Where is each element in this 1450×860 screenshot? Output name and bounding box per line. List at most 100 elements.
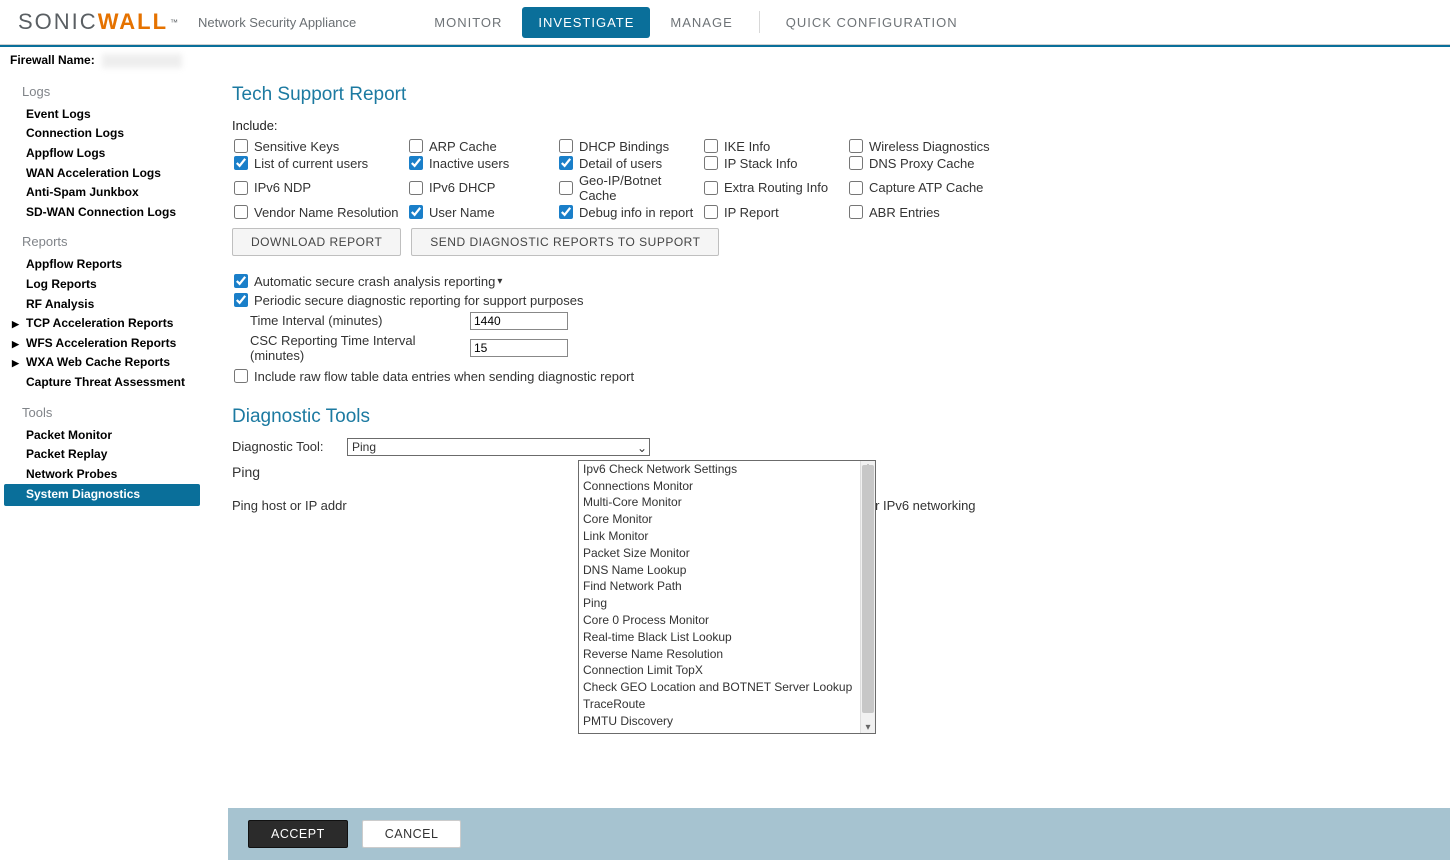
tab-monitor[interactable]: MONITOR: [418, 7, 518, 38]
chk-ipv6-dhcp[interactable]: [409, 181, 423, 195]
chk-debug-info[interactable]: [559, 205, 573, 219]
top-bar: SONICWALL™ Network Security Appliance MO…: [0, 0, 1450, 45]
tech-support-report-heading: Tech Support Report: [232, 84, 1430, 106]
dropdown-option[interactable]: Ping: [579, 595, 875, 612]
sidebar-item[interactable]: Anti-Spam Junkbox: [4, 183, 204, 203]
sidebar-item[interactable]: Packet Replay: [4, 445, 204, 465]
sidebar-group-reports: Reports: [4, 228, 204, 255]
dropdown-option[interactable]: Connections Monitor: [579, 478, 875, 495]
chk-ipv6-ndp[interactable]: [234, 181, 248, 195]
chk-detail-users[interactable]: [559, 156, 573, 170]
ping-host-label: Ping host or IP addr: [232, 498, 347, 513]
tab-separator: [759, 11, 760, 33]
expand-icon: ▶: [12, 358, 19, 370]
dropdown-option[interactable]: Check GEO Location and BOTNET Server Loo…: [579, 679, 875, 696]
dropdown-option[interactable]: Connection Limit TopX: [579, 662, 875, 679]
download-report-button[interactable]: DOWNLOAD REPORT: [232, 228, 401, 256]
dropdown-option[interactable]: Packet Size Monitor: [579, 545, 875, 562]
sidebar-item[interactable]: Appflow Logs: [4, 144, 204, 164]
chk-arp-cache[interactable]: [409, 139, 423, 153]
scroll-down-icon: ▾: [863, 722, 873, 733]
cancel-button[interactable]: CANCEL: [362, 820, 462, 848]
chk-dns-proxy-cache[interactable]: [849, 156, 863, 170]
chk-extra-routing[interactable]: [704, 181, 718, 195]
dropdown-option[interactable]: Link Monitor: [579, 528, 875, 545]
chk-geoip-botnet[interactable]: [559, 181, 573, 195]
csc-interval-label: CSC Reporting Time Interval (minutes): [250, 333, 470, 363]
chk-ike-info[interactable]: [704, 139, 718, 153]
dropdown-option[interactable]: DNS Name Lookup: [579, 562, 875, 579]
sidebar-item[interactable]: SD-WAN Connection Logs: [4, 203, 204, 223]
dropdown-option[interactable]: Reverse Name Resolution: [579, 646, 875, 663]
dropdown-option[interactable]: Multi-Core Monitor: [579, 494, 875, 511]
expand-icon: ▶: [12, 339, 19, 351]
diagnostic-tools-heading: Diagnostic Tools: [232, 406, 1430, 428]
footer-bar: ACCEPT CANCEL: [228, 808, 1450, 860]
sidebar-group-tools: Tools: [4, 399, 204, 426]
sidebar-item[interactable]: Event Logs: [4, 105, 204, 125]
logo-right: WALL: [98, 9, 168, 35]
tab-quick-configuration[interactable]: QUICK CONFIGURATION: [770, 7, 974, 38]
chk-periodic[interactable]: [234, 293, 248, 307]
top-tabs: MONITOR INVESTIGATE MANAGE QUICK CONFIGU…: [416, 7, 975, 38]
diagnostic-tool-select[interactable]: Ping ⌄: [347, 438, 650, 456]
include-label: Include:: [232, 118, 1430, 133]
chk-capture-atp[interactable]: [849, 181, 863, 195]
dropdown-option[interactable]: Web Server Monitor: [579, 730, 875, 734]
chevron-down-icon: ⌄: [637, 441, 647, 455]
chk-user-name[interactable]: [409, 205, 423, 219]
sidebar-item[interactable]: Log Reports: [4, 275, 204, 295]
chk-current-users[interactable]: [234, 156, 248, 170]
chk-vendor-name[interactable]: [234, 205, 248, 219]
dropdown-option[interactable]: TraceRoute: [579, 696, 875, 713]
firewall-name-row: Firewall Name:: [0, 47, 1450, 78]
dropdown-option[interactable]: Find Network Path: [579, 578, 875, 595]
logo-left: SONIC: [18, 9, 98, 35]
dropdown-option[interactable]: Core 0 Process Monitor: [579, 612, 875, 629]
sidebar-item[interactable]: ▶WXA Web Cache Reports: [4, 353, 204, 373]
sidebar-item[interactable]: ▶WFS Acceleration Reports: [4, 334, 204, 354]
csc-interval-input[interactable]: [470, 339, 568, 357]
chk-sensitive-keys[interactable]: [234, 139, 248, 153]
sidebar: Logs Event Logs Connection Logs Appflow …: [0, 78, 204, 512]
chk-inactive-users[interactable]: [409, 156, 423, 170]
sidebar-item[interactable]: Network Probes: [4, 465, 204, 485]
diagnostic-tool-label: Diagnostic Tool:: [232, 439, 347, 454]
chk-ip-report[interactable]: [704, 205, 718, 219]
firewall-name-value: [102, 54, 182, 68]
expand-icon: ▶: [12, 319, 19, 331]
dropdown-scrollbar[interactable]: ▴ ▾: [860, 461, 875, 733]
dropdown-option[interactable]: PMTU Discovery: [579, 713, 875, 730]
chk-ip-stack[interactable]: [704, 156, 718, 170]
scroll-thumb[interactable]: [862, 465, 874, 713]
sidebar-item-system-diagnostics[interactable]: System Diagnostics: [4, 484, 200, 506]
diagnostic-tool-dropdown[interactable]: ▴ ▾ Ipv6 Check Network SettingsConnectio…: [578, 460, 876, 734]
firewall-name-label: Firewall Name:: [10, 53, 95, 67]
chk-wireless-diagnostics[interactable]: [849, 139, 863, 153]
logo: SONICWALL™: [18, 9, 178, 35]
sidebar-group-logs: Logs: [4, 78, 204, 105]
dropdown-option[interactable]: Core Monitor: [579, 511, 875, 528]
sidebar-item[interactable]: Packet Monitor: [4, 426, 204, 446]
sidebar-item[interactable]: Capture Threat Assessment: [4, 373, 204, 393]
include-options-grid: Sensitive Keys ARP Cache DHCP Bindings I…: [232, 139, 1430, 220]
time-interval-input[interactable]: [470, 312, 568, 330]
sidebar-item[interactable]: WAN Acceleration Logs: [4, 164, 204, 184]
dropdown-option[interactable]: Ipv6 Check Network Settings: [579, 461, 875, 478]
dropdown-option[interactable]: Real-time Black List Lookup: [579, 629, 875, 646]
time-interval-label: Time Interval (minutes): [250, 313, 470, 328]
tab-manage[interactable]: MANAGE: [654, 7, 748, 38]
sidebar-item[interactable]: Connection Logs: [4, 124, 204, 144]
accept-button[interactable]: ACCEPT: [248, 820, 348, 848]
chk-raw-flow[interactable]: [234, 369, 248, 383]
chk-dhcp-bindings[interactable]: [559, 139, 573, 153]
chk-abr-entries[interactable]: [849, 205, 863, 219]
sidebar-item[interactable]: Appflow Reports: [4, 255, 204, 275]
send-diagnostic-button[interactable]: SEND DIAGNOSTIC REPORTS TO SUPPORT: [411, 228, 719, 256]
sidebar-item[interactable]: ▶TCP Acceleration Reports: [4, 314, 204, 334]
caret-icon: ▾: [497, 276, 502, 287]
main-content: Tech Support Report Include: Sensitive K…: [204, 78, 1450, 638]
sidebar-item[interactable]: RF Analysis: [4, 295, 204, 315]
chk-auto-crash[interactable]: [234, 274, 248, 288]
tab-investigate[interactable]: INVESTIGATE: [522, 7, 650, 38]
